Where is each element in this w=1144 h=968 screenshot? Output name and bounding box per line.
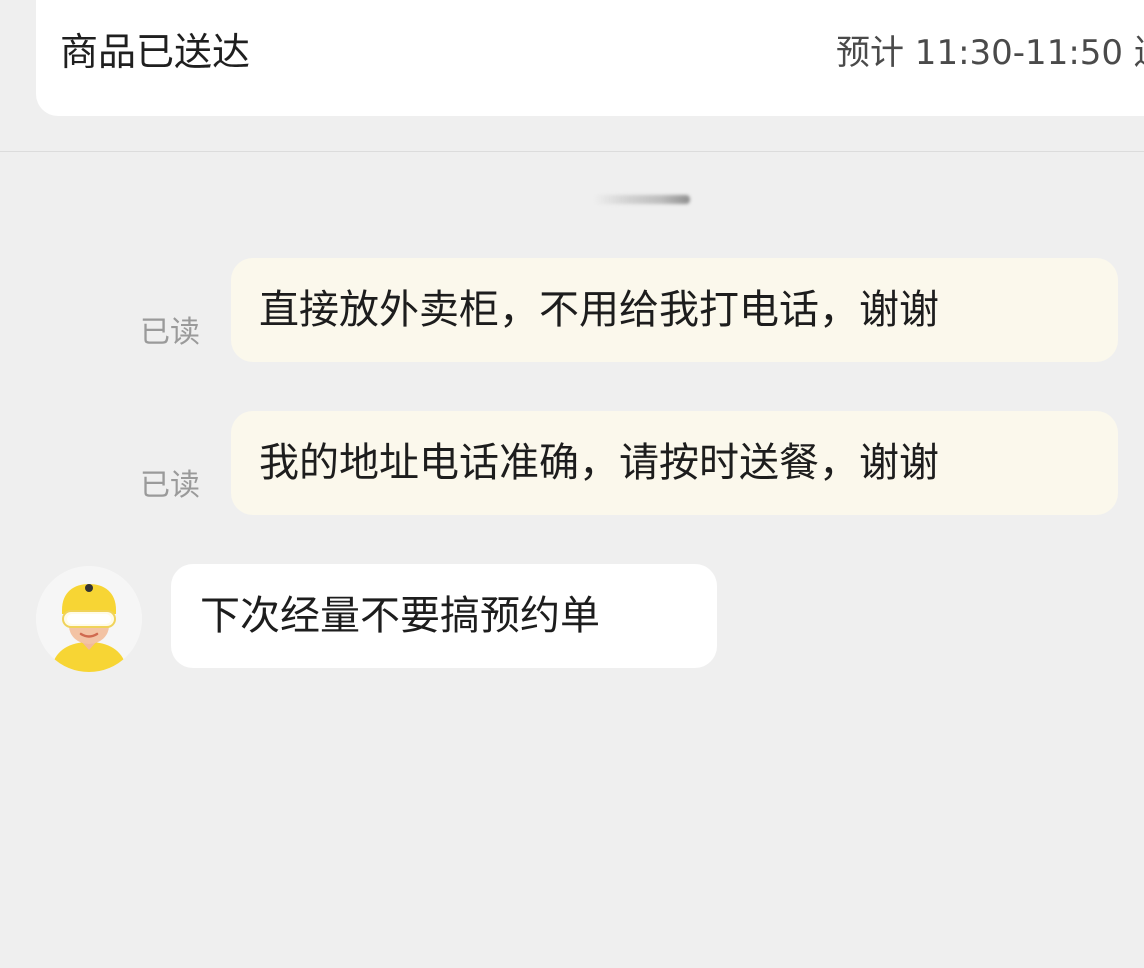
delivery-eta: 预计 11:30-11:50 送 (836, 33, 1144, 73)
order-status-title: 商品已送达 (60, 30, 251, 74)
message-bubble-sent[interactable]: 直接放外卖柜，不用给我打电话，谢谢 (231, 258, 1118, 362)
blurred-timestamp (594, 195, 690, 204)
message-bubble-received[interactable]: 下次经量不要搞预约单 (171, 564, 717, 668)
read-receipt: 已读 (140, 315, 200, 350)
message-bubble-sent[interactable]: 我的地址电话准确，请按时送餐，谢谢 (231, 411, 1118, 515)
rider-avatar-icon-graphic (36, 566, 142, 672)
header-divider (0, 151, 1144, 152)
rider-avatar-icon[interactable] (36, 566, 142, 672)
read-receipt: 已读 (140, 468, 200, 503)
